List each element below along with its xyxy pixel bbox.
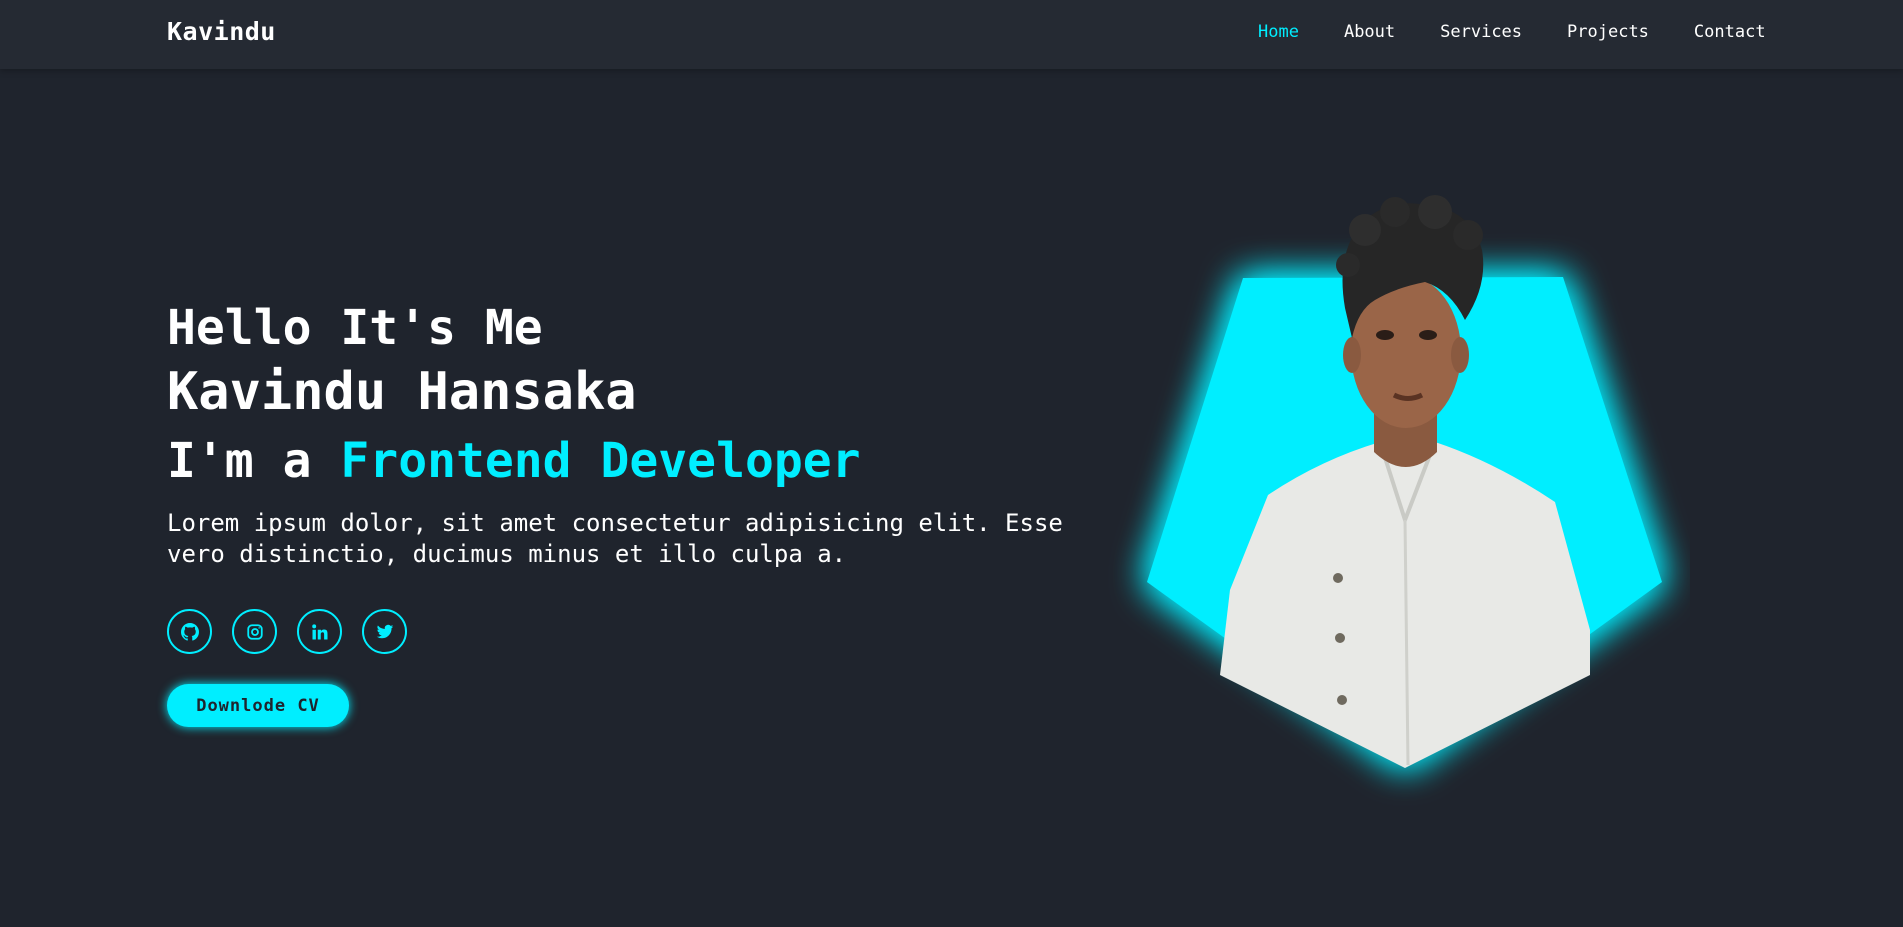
- nav-projects[interactable]: Projects: [1567, 22, 1649, 42]
- portrait-image: [1147, 195, 1662, 768]
- instagram-icon: [246, 623, 263, 640]
- description: Lorem ipsum dolor, sit amet consectetur …: [167, 509, 1063, 568]
- role-prefix: I'm a: [167, 433, 341, 489]
- nav-contact[interactable]: Contact: [1694, 22, 1766, 42]
- role-heading: I'm a Frontend Developer: [167, 426, 1067, 496]
- site-header: Kavindu Home About Services Projects Con…: [0, 0, 1903, 69]
- twitter-icon: [376, 624, 393, 638]
- download-cv-button[interactable]: Downlode CV: [167, 684, 349, 727]
- nav-services[interactable]: Services: [1440, 22, 1522, 42]
- instagram-link[interactable]: [232, 609, 277, 654]
- linkedin-icon: [311, 623, 327, 639]
- hero-text: Hello It's Me Kavindu Hansaka I'm a Fron…: [167, 298, 1067, 570]
- nav-about[interactable]: About: [1344, 22, 1395, 42]
- role-text: Frontend Developer: [340, 433, 861, 489]
- social-links: [167, 609, 427, 654]
- github-link[interactable]: [167, 609, 212, 654]
- greeting: Hello It's Me: [167, 300, 543, 356]
- github-icon: [180, 622, 199, 641]
- linkedin-link[interactable]: [297, 609, 342, 654]
- name-heading: Kavindu Hansaka: [167, 362, 637, 422]
- nav-home[interactable]: Home: [1258, 22, 1299, 42]
- main-nav: Home About Services Projects Contact: [1258, 22, 1766, 42]
- twitter-link[interactable]: [362, 609, 407, 654]
- logo[interactable]: Kavindu: [167, 17, 276, 46]
